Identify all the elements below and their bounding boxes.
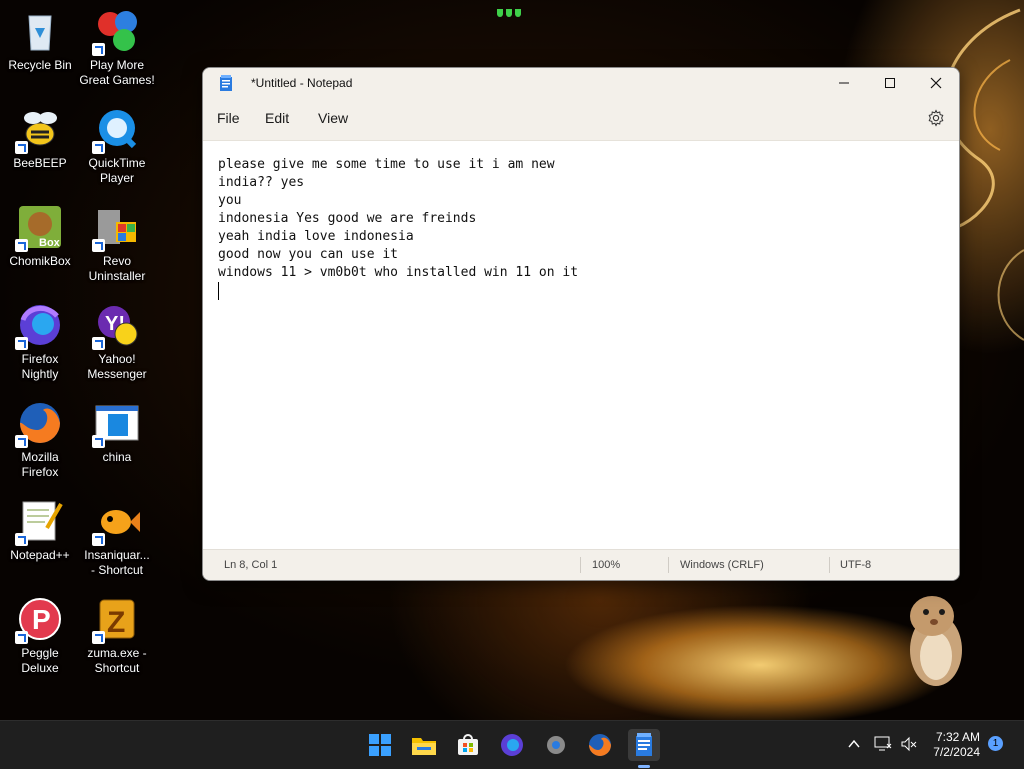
- desktop-icon-label: Revo Uninstaller: [88, 254, 146, 283]
- hamster-desktop-pet[interactable]: [904, 588, 968, 690]
- desktop-icon-chomikbox[interactable]: Box ChomikBox: [0, 200, 80, 269]
- title-bar[interactable]: *Untitled - Notepad: [203, 68, 959, 98]
- start-icon: [369, 734, 391, 756]
- desktop-icon-label: zuma.exe - Shortcut: [87, 646, 147, 675]
- maximize-button[interactable]: [867, 68, 913, 98]
- desktop-icon-china[interactable]: china: [77, 396, 157, 465]
- quicktime-icon: [92, 106, 140, 154]
- desktop-icon-peggle-deluxe[interactable]: P Peggle Deluxe: [0, 592, 80, 676]
- desktop-icon-play-more-games[interactable]: Play More Great Games!: [77, 4, 157, 88]
- desktop-icon-label: ChomikBox: [9, 254, 71, 268]
- notification-badge[interactable]: 1: [988, 736, 1003, 751]
- desktop-icon-label: Yahoo! Messenger: [87, 352, 147, 381]
- menu-file[interactable]: File: [217, 110, 240, 126]
- desktop-icon-beebeep[interactable]: BeeBEEP: [0, 102, 80, 171]
- notepad-plus-plus-icon: [15, 498, 63, 546]
- file-explorer-icon: [412, 738, 436, 755]
- firefox-nightly-icon: [15, 302, 63, 350]
- top-notch-decoration: [497, 6, 527, 18]
- firefox-icon: [15, 400, 63, 448]
- encoding: UTF-8: [840, 559, 872, 571]
- chevron-up-icon[interactable]: [848, 738, 860, 750]
- recycle-bin-icon: [17, 8, 63, 54]
- desktop-icon-insaniquarium[interactable]: Insaniquar... - Shortcut: [77, 494, 157, 578]
- maximize-icon: [885, 78, 895, 88]
- revo-uninstaller-icon: [92, 204, 140, 252]
- volume-muted-icon[interactable]: [900, 736, 918, 752]
- start-button[interactable]: [364, 729, 396, 761]
- minimize-button[interactable]: [821, 68, 867, 98]
- desktop-icon-firefox-nightly[interactable]: Firefox Nightly: [0, 298, 80, 382]
- desktop-icon-label: Firefox Nightly: [21, 352, 59, 381]
- menu-bar: File Edit View: [203, 98, 959, 141]
- taskbar-firefox[interactable]: [584, 729, 616, 761]
- svg-text:Z: Z: [107, 606, 125, 639]
- desktop-icon-revo-uninstaller[interactable]: Revo Uninstaller: [77, 200, 157, 284]
- zoom-level: 100%: [592, 559, 621, 571]
- network-icon[interactable]: [874, 736, 892, 752]
- desktop-icon-label: BeeBEEP: [13, 156, 67, 170]
- settings-icon: [547, 736, 565, 754]
- taskbar-firefox-nightly[interactable]: [496, 729, 528, 761]
- bee-icon: [15, 106, 63, 154]
- fish-icon: [92, 498, 140, 546]
- status-separator: [580, 557, 581, 573]
- status-separator: [668, 557, 669, 573]
- taskbar-notepad[interactable]: [628, 729, 660, 761]
- close-button[interactable]: [913, 68, 959, 98]
- store-icon: [458, 734, 478, 755]
- yahoo-messenger-icon: Y!: [92, 302, 140, 350]
- svg-text:Box: Box: [39, 237, 61, 249]
- menu-view[interactable]: View: [318, 110, 348, 126]
- editor-content[interactable]: please give me some time to use it i am …: [218, 156, 578, 282]
- desktop-icon-label: Insaniquar... - Shortcut: [84, 548, 150, 577]
- desktop-icon-label: Mozilla Firefox: [21, 450, 59, 479]
- menu-edit[interactable]: Edit: [265, 110, 289, 126]
- svg-text:P: P: [32, 604, 51, 635]
- taskbar-settings[interactable]: [540, 729, 572, 761]
- desktop-icon-label: china: [102, 450, 132, 464]
- status-separator: [829, 557, 830, 573]
- notepad-icon: [220, 75, 232, 91]
- system-clock[interactable]: 7:32 AM 7/2/2024: [933, 730, 980, 760]
- desktop-icon-label: Recycle Bin: [8, 58, 72, 72]
- chomikbox-icon: Box: [15, 204, 63, 252]
- notepad-icon: [636, 733, 652, 756]
- notepad-window[interactable]: *Untitled - Notepad File Edit View pleas…: [202, 67, 960, 581]
- desktop-icon-label: QuickTime Player: [88, 156, 146, 185]
- firefox-icon: [589, 734, 611, 756]
- desktop-icon-label: Notepad++: [10, 548, 70, 562]
- window-title: *Untitled - Notepad: [251, 76, 353, 90]
- minimize-icon: [839, 82, 849, 84]
- firefox-nightly-icon: [501, 734, 523, 756]
- close-icon: [930, 77, 942, 89]
- desktop-icon-yahoo-messenger[interactable]: Y! Yahoo! Messenger: [77, 298, 157, 382]
- zuma-icon: Z: [92, 596, 140, 644]
- desktop-icon-quicktime[interactable]: QuickTime Player: [77, 102, 157, 186]
- clock-time: 7:32 AM: [935, 730, 980, 744]
- taskbar-file-explorer[interactable]: [408, 729, 440, 761]
- games-icon: [92, 8, 140, 56]
- status-bar: Ln 8, Col 1 100% Windows (CRLF) UTF-8: [203, 549, 959, 580]
- text-editor-area[interactable]: please give me some time to use it i am …: [203, 141, 959, 547]
- settings-gear-icon[interactable]: [927, 109, 945, 127]
- desktop-icon-zuma[interactable]: Z zuma.exe - Shortcut: [77, 592, 157, 676]
- cursor-position: Ln 8, Col 1: [224, 559, 278, 571]
- peggle-icon: P: [15, 596, 63, 644]
- taskbar-store[interactable]: [452, 729, 484, 761]
- clock-date: 7/2/2024: [933, 745, 980, 759]
- line-ending: Windows (CRLF): [680, 559, 764, 571]
- desktop-icon-recycle-bin[interactable]: Recycle Bin: [0, 4, 80, 73]
- desktop-icon-label: Peggle Deluxe: [21, 646, 59, 675]
- text-caret: [218, 282, 219, 300]
- desktop-icon-notepad-plus-plus[interactable]: Notepad++: [0, 494, 80, 563]
- taskbar: 7:32 AM 7/2/2024: [0, 720, 1024, 769]
- desktop-icon-label: Play More Great Games!: [79, 58, 155, 87]
- shortcut-window-icon: [92, 400, 140, 448]
- desktop-icon-mozilla-firefox[interactable]: Mozilla Firefox: [0, 396, 80, 480]
